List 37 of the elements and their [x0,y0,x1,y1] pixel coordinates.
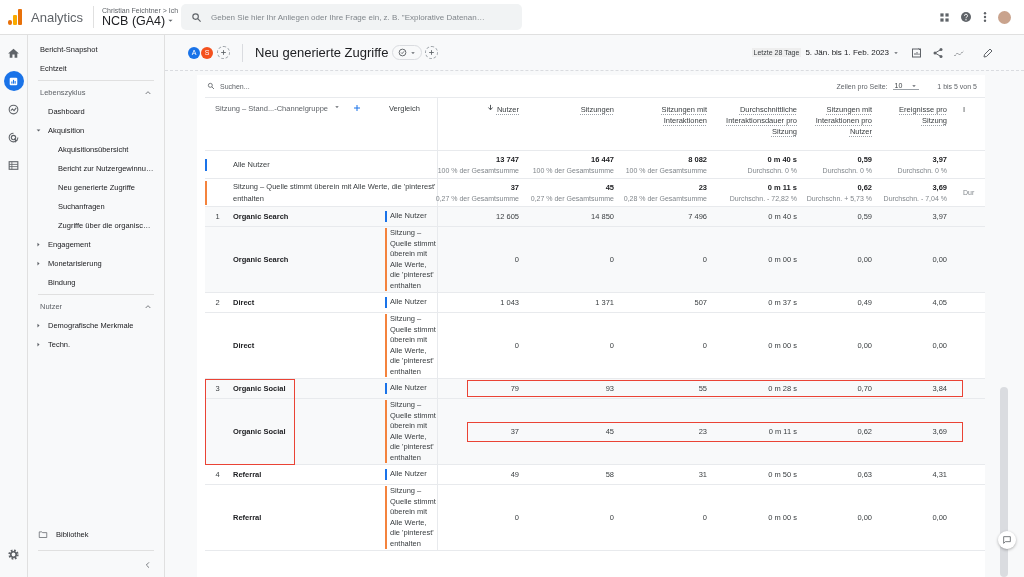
chevron-up-icon[interactable] [144,88,152,97]
home-icon [7,46,20,60]
feedback-icon [1002,535,1012,545]
search-icon [191,11,203,23]
nav-rail-button[interactable] [3,71,24,91]
app-name: Analytics [31,9,84,25]
collapse-chevron-icon[interactable] [144,561,152,569]
gauge-icon [7,102,20,116]
chevron-up-icon[interactable] [144,302,152,311]
share-icon[interactable] [932,46,944,59]
avatar[interactable] [998,10,1011,24]
scrollbar[interactable] [1000,387,1008,577]
caret-icon [167,17,175,24]
caret-icon [410,49,417,56]
list-icon [7,158,20,172]
feedback-button[interactable] [998,531,1016,549]
edit-icon[interactable] [982,46,994,59]
caret-icon [893,49,899,56]
caret-icon [911,82,918,89]
customize-report-icon[interactable] [911,46,923,59]
folder-icon [38,530,48,539]
date-range-picker[interactable]: 5. Jän. bis 1. Feb. 2023 [805,48,899,57]
check-circle-icon [398,48,408,57]
settings-icon[interactable] [7,548,20,561]
more-icon[interactable] [982,11,988,23]
plus-icon [428,49,436,56]
target-icon [7,130,20,144]
add-dimension-icon[interactable] [353,104,361,112]
apps-grid-icon[interactable] [939,11,950,23]
caret-icon [334,104,340,110]
search-field[interactable]: Geben Sie hier Ihr Anliegen oder Ihre Frage ein, z. B. "Explorative Datenan… [181,4,523,30]
plus-icon [220,49,227,56]
search-icon [207,82,215,90]
report-title: Neu generierte Zugriffe [255,45,389,60]
property-selector[interactable]: NCB (GA4) [102,13,177,28]
help-icon[interactable] [960,11,972,23]
analytics-logo [8,9,22,25]
